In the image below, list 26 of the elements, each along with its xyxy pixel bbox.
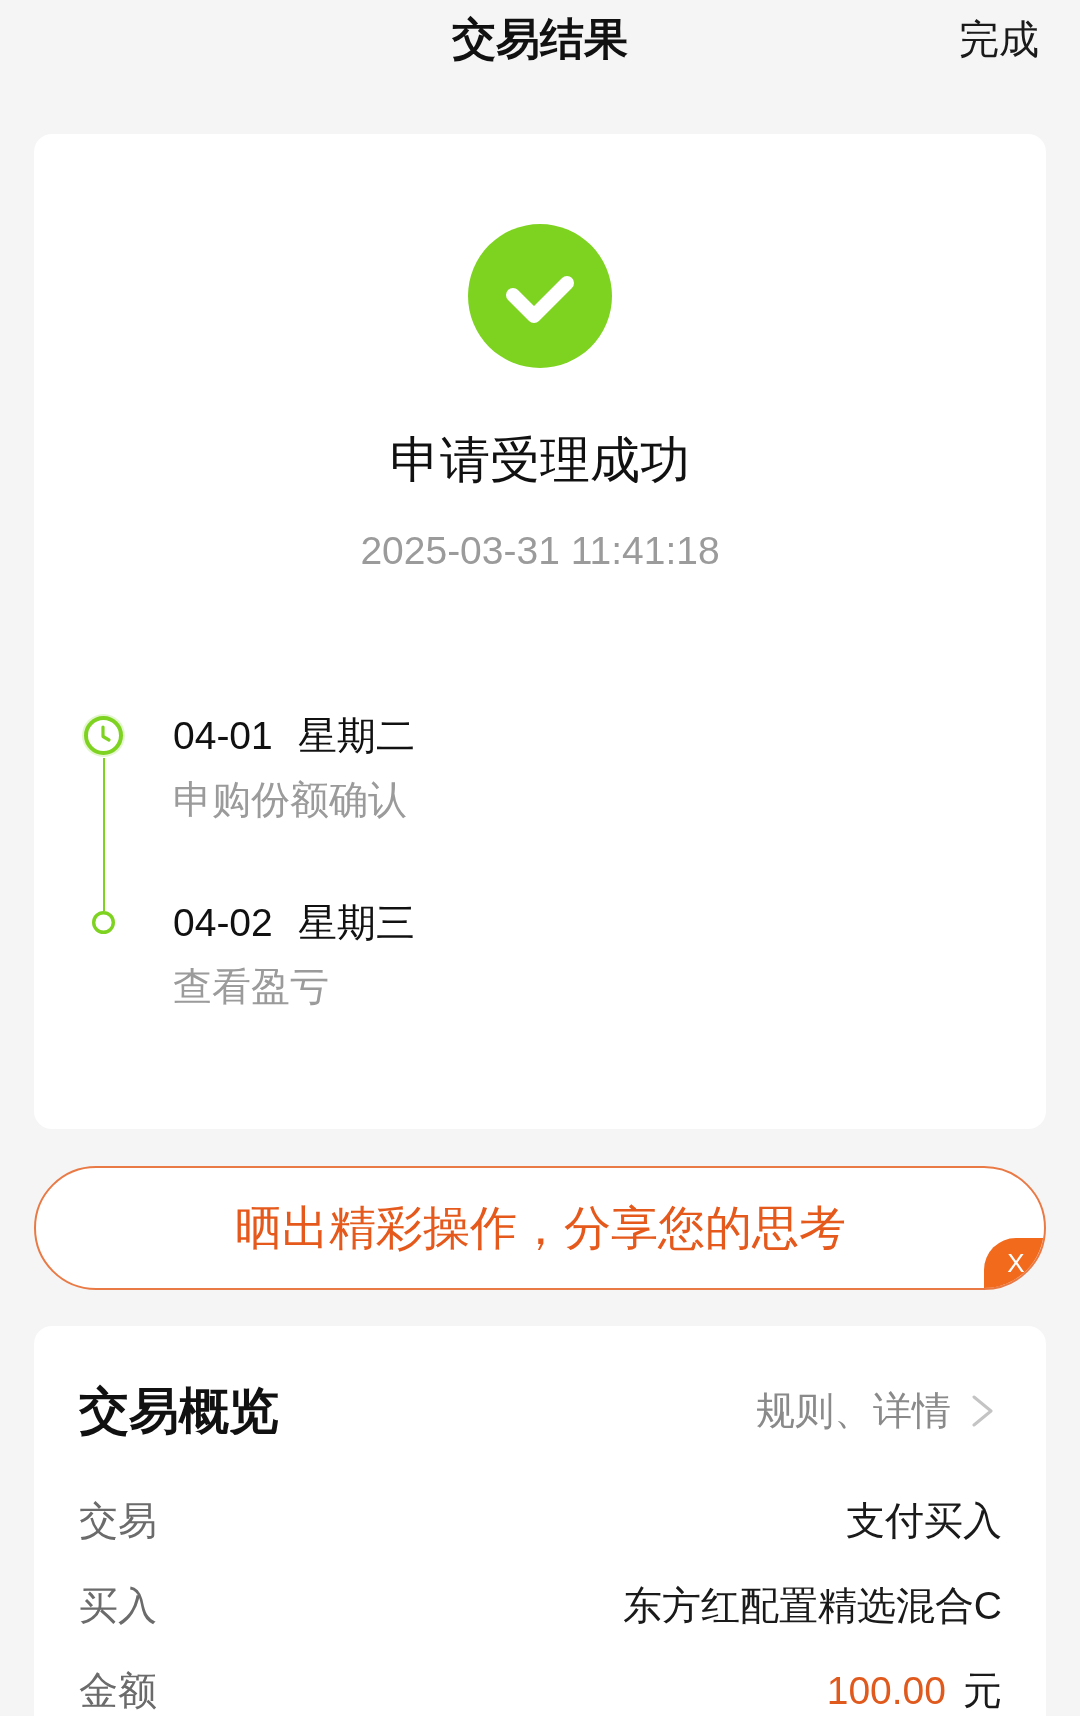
- row-value: 支付买入: [846, 1498, 1002, 1544]
- success-check-icon: [468, 224, 612, 368]
- row-value: 东方红配置精选混合C: [622, 1583, 1002, 1629]
- step-weekday: 星期二: [297, 713, 415, 759]
- row-label: 金额: [79, 1668, 157, 1714]
- section-title: 交易概览: [79, 1382, 279, 1441]
- row-label: 交易: [79, 1498, 157, 1544]
- step-date: 04-02: [173, 900, 273, 946]
- timeline-dot-icon: [92, 911, 115, 934]
- share-banner[interactable]: 晒出精彩操作，分享您的思考 X: [34, 1166, 1046, 1290]
- done-button[interactable]: 完成: [959, 14, 1039, 64]
- page-title: 交易结果: [452, 13, 628, 65]
- step-description: 申购份额确认: [173, 777, 408, 823]
- amount-unit: 元: [963, 1668, 1002, 1714]
- chevron-right-icon: [971, 1395, 995, 1427]
- row-label: 买入: [79, 1583, 157, 1629]
- step-date: 04-01: [173, 713, 273, 759]
- details-link[interactable]: 规则、详情: [756, 1388, 995, 1434]
- result-status: 申请受理成功: [390, 431, 690, 490]
- amount-value: 100.00: [826, 1668, 946, 1714]
- result-time: 2025-03-31 11:41:18: [360, 528, 720, 574]
- share-prompt: 晒出精彩操作，分享您的思考: [234, 1200, 846, 1256]
- step-description: 查看盈亏: [173, 964, 330, 1010]
- clock-icon: [81, 713, 126, 758]
- step-weekday: 星期三: [297, 900, 415, 946]
- close-button[interactable]: X: [984, 1238, 1044, 1288]
